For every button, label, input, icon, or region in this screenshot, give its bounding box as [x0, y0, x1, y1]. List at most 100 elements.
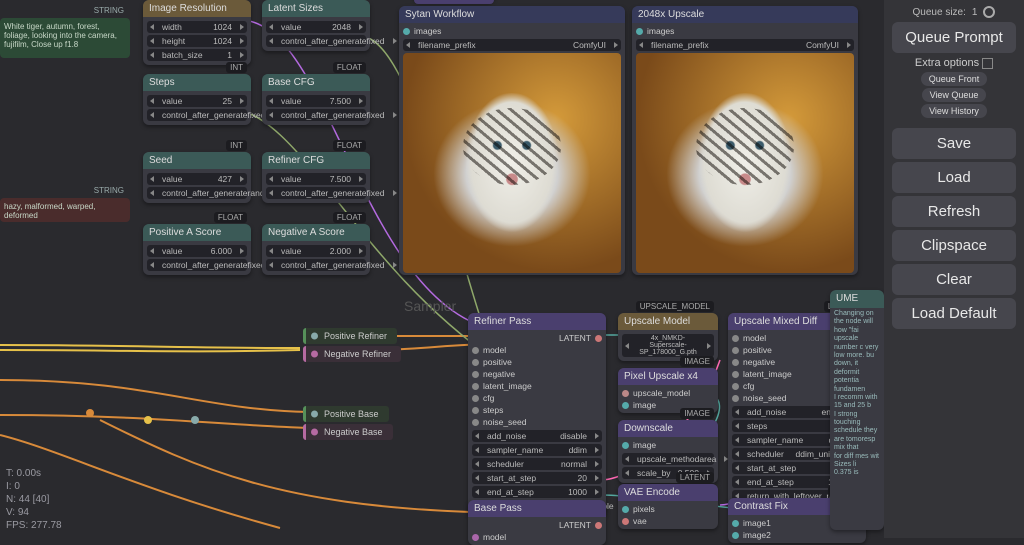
node-title: VAE Encode [618, 484, 718, 501]
extra-options-checkbox[interactable] [982, 58, 993, 69]
image-in: image [622, 439, 714, 451]
param-row[interactable]: start_at_step20 [472, 472, 602, 484]
node-title: Upscale Model [618, 313, 718, 330]
reroute-neg-base[interactable]: Negative Base [303, 424, 393, 440]
positive-prompt-text: White tiger, autumn, forest, foliage, lo… [4, 22, 117, 49]
image2-in: image2 [732, 529, 862, 541]
images-port: images [403, 25, 621, 37]
ctrl-row[interactable]: control_after_generatefixed [266, 35, 366, 47]
node-title: Base CFG [262, 74, 370, 91]
node-title: Latent Sizes [262, 0, 370, 17]
batch-row[interactable]: batch_size1 [147, 49, 247, 61]
reroute-pos-refiner[interactable]: Positive Refiner [303, 328, 397, 344]
param-row[interactable]: end_at_step1000 [472, 486, 602, 498]
extra-options-label: Extra options [915, 57, 979, 69]
type-badge: STRING [94, 6, 124, 15]
view-history-button[interactable]: View History [921, 104, 987, 118]
type-badge: IMAGE [680, 356, 714, 367]
type-badge: FLOAT [333, 62, 366, 73]
save-button[interactable]: Save [892, 128, 1016, 159]
pixels-in: pixels [622, 503, 714, 515]
type-badge: INT [226, 62, 247, 73]
images-port: images [636, 25, 854, 37]
input-port: model [472, 344, 602, 356]
value-row[interactable]: value6.000 [147, 245, 247, 257]
queue-front-button[interactable]: Queue Front [921, 72, 988, 86]
gear-icon[interactable] [983, 6, 995, 18]
node-title: Seed [143, 152, 251, 169]
input-port: latent_image [472, 380, 602, 392]
vae-encode-node[interactable]: VAE Encode LATENT pixels vae [618, 484, 718, 529]
upscale-model-node[interactable]: Upscale Model UPSCALE_MODEL 4x_NMKD-Supe… [618, 313, 718, 361]
value-row[interactable]: value25 [147, 95, 247, 107]
param-row[interactable]: schedulernormal [472, 458, 602, 470]
preview2-node[interactable]: 2048x Upscale images filename_prefixComf… [632, 6, 858, 275]
queue-size-value: 1 [972, 7, 978, 18]
param-row[interactable]: add_noisedisable [472, 430, 602, 442]
ctrl-row[interactable]: control_after_generatefixed [266, 109, 366, 121]
negative-prompt-node[interactable]: STRING hazy, malformed, warped, deformed [0, 198, 130, 222]
steps-node[interactable]: Steps INT value25 control_after_generate… [143, 74, 251, 125]
width-row[interactable]: width1024 [147, 21, 247, 33]
node-title: Negative A Score [262, 224, 370, 241]
preview1-node[interactable]: Sytan Workflow images filename_prefixCom… [399, 6, 625, 275]
node-title: Steps [143, 74, 251, 91]
preview-image[interactable] [636, 53, 854, 273]
param-row[interactable]: sampler_nameddim [472, 444, 602, 456]
type-badge: INT [226, 140, 247, 151]
vae-decode-top-node[interactable]: VAE Decode [414, 0, 494, 2]
value-row[interactable]: value427 [147, 173, 247, 185]
clipspace-button[interactable]: Clipspace [892, 230, 1016, 261]
input-port: positive [472, 356, 602, 368]
control-panel: Queue size: 1 Queue Prompt Extra options… [884, 0, 1024, 538]
node-title: VAE Decode [414, 0, 494, 4]
reroute-neg-refiner[interactable]: Negative Refiner [303, 346, 401, 362]
seed-node[interactable]: Seed INT value427 control_after_generate… [143, 152, 251, 203]
node-title: 2048x Upscale [632, 6, 858, 23]
queue-prompt-button[interactable]: Queue Prompt [892, 22, 1016, 53]
value-row[interactable]: value2048 [266, 21, 366, 33]
vae-in: vae [622, 515, 714, 527]
note-text: Changing on the node will how "fai upsca… [830, 308, 884, 480]
image-resolution-node[interactable]: Image Resolution LATENT width1024 height… [143, 0, 251, 65]
node-title: UME [830, 290, 884, 308]
ctrl-row[interactable]: control_after_generatefixed [147, 259, 247, 271]
node-title: Sytan Workflow [399, 6, 625, 23]
value-row[interactable]: value7.500 [266, 173, 366, 185]
type-badge: IMAGE [680, 408, 714, 419]
latent-sizes-node[interactable]: Latent Sizes INT value2048 control_after… [262, 0, 370, 51]
refresh-button[interactable]: Refresh [892, 196, 1016, 227]
ctrl-row[interactable]: control_after_generatefixed [266, 259, 366, 271]
refiner-cfg-node[interactable]: Refiner CFG FLOAT value7.500 control_aft… [262, 152, 370, 203]
ume-note-node[interactable]: UME Changing on the node will how "fai u… [830, 290, 884, 530]
ctrl-row[interactable]: control_after_generatefixed [147, 109, 247, 121]
queue-size-label: Queue size: [913, 7, 966, 18]
positive-prompt-node[interactable]: STRING White tiger, autumn, forest, foli… [0, 18, 130, 58]
base-pass-node[interactable]: Base Pass LATENT model [468, 500, 606, 545]
node-title: Image Resolution [143, 0, 251, 17]
param-row[interactable]: upscale_methodarea [622, 453, 714, 465]
refiner-pass-node[interactable]: Refiner Pass LATENT modelpositivenegativ… [468, 313, 606, 516]
reroute-pos-base[interactable]: Positive Base [303, 406, 389, 422]
load-button[interactable]: Load [892, 162, 1016, 193]
model-row[interactable]: 4x_NMKD-Superscale-SP_178000_G.pth [622, 334, 714, 357]
pos-score-node[interactable]: Positive A Score FLOAT value6.000 contro… [143, 224, 251, 275]
input-port: steps [472, 404, 602, 416]
pixel-upscale-node[interactable]: Pixel Upscale x4 IMAGE upscale_model ima… [618, 368, 718, 413]
height-row[interactable]: height1024 [147, 35, 247, 47]
latent-out: LATENT [472, 332, 602, 344]
preview-image[interactable] [403, 53, 621, 273]
clear-button[interactable]: Clear [892, 264, 1016, 295]
value-row[interactable]: value7.500 [266, 95, 366, 107]
base-cfg-node[interactable]: Base CFG FLOAT value7.500 control_after_… [262, 74, 370, 125]
ctrl-row[interactable]: control_after_generatefixed [266, 187, 366, 199]
filename-prefix-row[interactable]: filename_prefixComfyUI [403, 39, 621, 51]
type-badge: FLOAT [333, 212, 366, 223]
value-row[interactable]: value2.000 [266, 245, 366, 257]
view-queue-button[interactable]: View Queue [922, 88, 987, 102]
ctrl-row[interactable]: control_after_generaterandomize [147, 187, 247, 199]
neg-score-node[interactable]: Negative A Score FLOAT value2.000 contro… [262, 224, 370, 275]
upscale-model-in: upscale_model [622, 387, 714, 399]
load-default-button[interactable]: Load Default [892, 298, 1016, 329]
filename-prefix-row[interactable]: filename_prefixComfyUI [636, 39, 854, 51]
